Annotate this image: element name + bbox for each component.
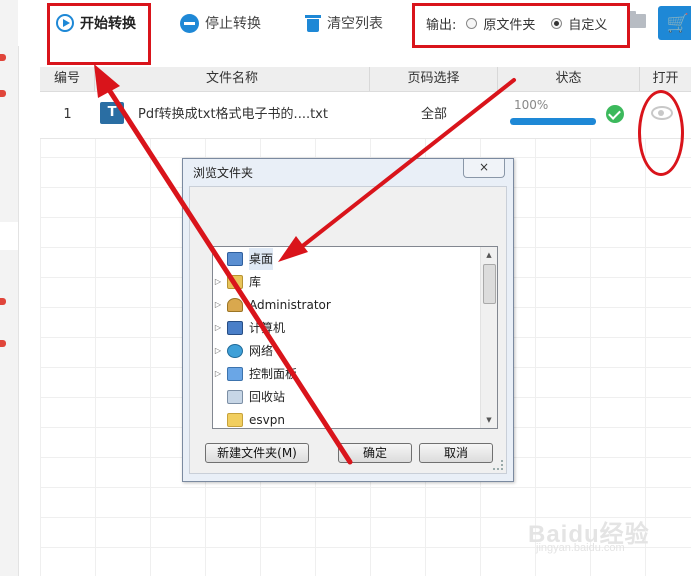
cart-button[interactable]: 🛒: [658, 6, 691, 40]
output-original-label[interactable]: 原文件夹: [483, 14, 535, 33]
control-panel-icon: [227, 367, 243, 381]
row-pages[interactable]: 全部: [370, 92, 498, 138]
tree-item-label: 计算机: [249, 321, 286, 335]
output-label: 输出:: [426, 18, 457, 33]
progress-fill: [510, 118, 596, 125]
sidebar-marker-icon: [0, 54, 6, 61]
toolbar: 开始转换 停止转换 清空列表 输出: 原文件夹 自定义 🛒: [18, 0, 691, 46]
expand-arrow-icon[interactable]: ▷: [213, 271, 223, 293]
desktop-icon: [227, 252, 243, 266]
expand-arrow-icon[interactable]: ▷: [213, 294, 223, 316]
play-icon: [56, 14, 74, 32]
expand-arrow-icon[interactable]: ▷: [213, 340, 223, 362]
cancel-button[interactable]: 取消: [419, 443, 493, 463]
column-header-pages[interactable]: 页码选择: [370, 67, 498, 91]
progress-text: 100%: [514, 98, 549, 112]
tree-item-recycle-bin[interactable]: 回收站: [213, 386, 285, 408]
output-custom-radio[interactable]: [551, 18, 563, 29]
tree-item-desktop[interactable]: 桌面: [213, 248, 274, 270]
output-original-radio[interactable]: [466, 18, 478, 29]
stop-convert-button[interactable]: 停止转换: [180, 12, 261, 34]
start-convert-button[interactable]: 开始转换: [56, 12, 136, 34]
dialog-body: 桌面 ▷ 库 ▷ Administrator ▷ 计算机 ▷ 网络 ▷ 控制面板: [189, 186, 507, 474]
column-header-index[interactable]: 编号: [40, 67, 95, 91]
table-header: 编号 文件名称 页码选择 状态 打开: [40, 67, 691, 92]
row-filename: Pdf转换成txt格式电子书的....txt: [138, 107, 328, 122]
tree-item-administrator[interactable]: ▷ Administrator: [213, 294, 331, 316]
column-header-open[interactable]: 打开: [640, 67, 691, 91]
close-icon[interactable]: ×: [463, 159, 505, 178]
tree-item-label: 回收站: [249, 390, 286, 404]
tree-item-label: Administrator: [249, 298, 331, 312]
watermark-url: jingyan.baidu.com: [536, 542, 625, 554]
stop-icon: [180, 13, 199, 33]
scroll-up-icon[interactable]: ▲: [481, 247, 497, 263]
tree-item-control-panel[interactable]: ▷ 控制面板: [213, 363, 297, 385]
tree-item-label: esvpn: [249, 413, 285, 427]
user-folder-icon: [227, 298, 243, 312]
sidebar-marker-icon: [0, 90, 6, 97]
tree-item-computer[interactable]: ▷ 计算机: [213, 317, 285, 339]
table-row[interactable]: 1 T Pdf转换成txt格式电子书的....txt 全部 100%: [40, 92, 691, 139]
trash-icon: [305, 14, 321, 32]
left-sidebar-strip: [0, 0, 19, 576]
txt-file-icon: T: [100, 102, 124, 124]
expand-arrow-icon[interactable]: ▷: [213, 317, 223, 339]
sidebar-gap: [0, 222, 18, 250]
eye-icon[interactable]: [651, 106, 673, 120]
folder-tree: 桌面 ▷ 库 ▷ Administrator ▷ 计算机 ▷ 网络 ▷ 控制面板: [212, 246, 498, 429]
output-selector: 输出: 原文件夹 自定义: [426, 14, 607, 33]
column-header-filename[interactable]: 文件名称: [95, 67, 370, 91]
folder-icon[interactable]: [628, 11, 646, 28]
start-convert-label: 开始转换: [80, 16, 136, 32]
scroll-thumb[interactable]: [483, 264, 496, 304]
check-icon: [606, 105, 624, 123]
new-folder-button[interactable]: 新建文件夹(M): [205, 443, 309, 463]
tree-scrollbar[interactable]: ▲ ▼: [480, 247, 497, 428]
tree-item-label: 控制面板: [249, 367, 298, 381]
computer-icon: [227, 321, 243, 335]
resize-grip-icon[interactable]: [493, 460, 503, 470]
stop-convert-label: 停止转换: [205, 16, 261, 32]
tree-item-label: 库: [249, 275, 262, 289]
tree-item-label: 桌面: [249, 248, 274, 270]
tree-item-network[interactable]: ▷ 网络: [213, 340, 273, 362]
column-header-status[interactable]: 状态: [498, 67, 640, 91]
progress-bar: [510, 118, 596, 125]
library-icon: [227, 275, 243, 289]
row-index: 1: [63, 107, 72, 122]
expand-arrow-icon[interactable]: ▷: [213, 363, 223, 385]
folder-icon: [227, 413, 243, 427]
browse-folder-dialog: 浏览文件夹 × 桌面 ▷ 库 ▷ Administrator ▷ 计算机 ▷ 网…: [182, 158, 514, 482]
cart-icon: 🛒: [666, 12, 690, 34]
ok-button[interactable]: 确定: [338, 443, 412, 463]
clear-list-button[interactable]: 清空列表: [305, 12, 383, 34]
scroll-down-icon[interactable]: ▼: [481, 412, 497, 428]
sidebar-marker-icon: [0, 340, 6, 347]
tree-item-library[interactable]: ▷ 库: [213, 271, 261, 293]
output-custom-label[interactable]: 自定义: [568, 14, 607, 33]
recycle-bin-icon: [227, 390, 243, 404]
tree-item-esvpn[interactable]: esvpn: [213, 409, 285, 428]
tree-item-label: 网络: [249, 344, 274, 358]
network-icon: [227, 344, 243, 358]
clear-list-label: 清空列表: [327, 16, 383, 32]
dialog-title: 浏览文件夹: [193, 166, 254, 180]
sidebar-marker-icon: [0, 298, 6, 305]
